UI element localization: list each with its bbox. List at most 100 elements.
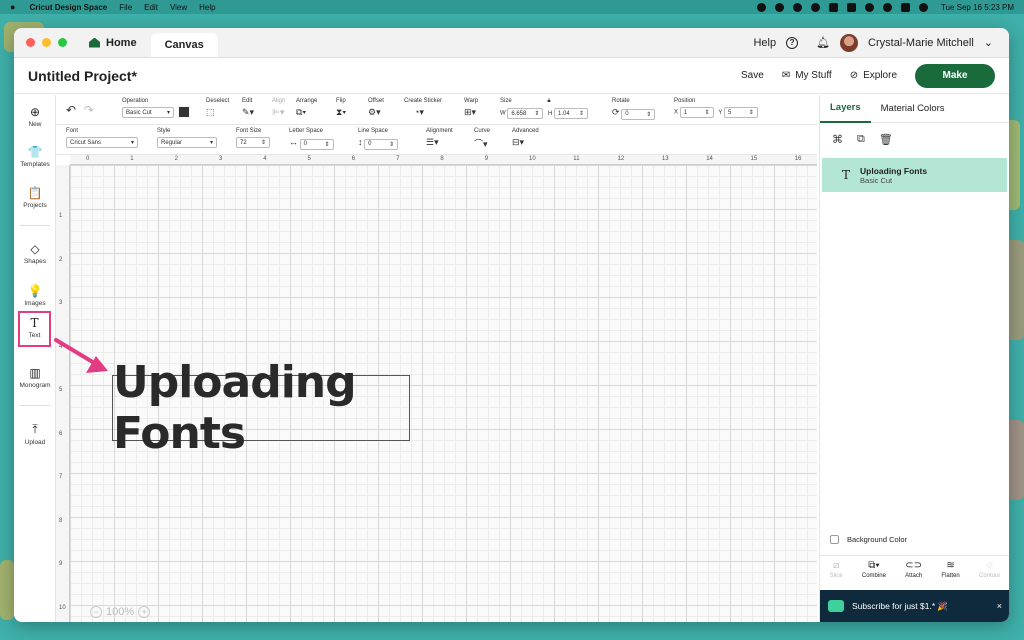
home-icon: [89, 37, 100, 48]
window-titlebar: Home Canvas Help ? 🔔︎ Crystal-Marie Mitc…: [14, 28, 1009, 58]
letter-space-input[interactable]: 0 ⇕: [299, 138, 334, 150]
tab-material-colors[interactable]: Material Colors: [871, 95, 955, 123]
wifi-icon[interactable]: [864, 2, 874, 12]
maximize-window-button[interactable]: [58, 38, 67, 47]
redo-icon[interactable]: ↷: [84, 103, 94, 117]
sidebar-item-projects[interactable]: 📋 Projects: [14, 186, 56, 209]
text-align-icon[interactable]: ☰▾: [426, 137, 439, 147]
zoom-in-button[interactable]: +: [138, 606, 151, 618]
ruler-tick: 8: [59, 517, 63, 524]
design-canvas[interactable]: Uploading Fonts − 100% +: [70, 165, 817, 622]
make-button[interactable]: Make: [915, 63, 995, 88]
help-icon[interactable]: ?: [786, 36, 799, 49]
sidebar-item-images[interactable]: 💡 Images: [14, 284, 56, 307]
size-w-input[interactable]: 6.658 ⇕: [507, 108, 544, 119]
pos-y-input[interactable]: 5 ⇕: [723, 107, 758, 118]
operation-select[interactable]: Basic Cut ▾: [122, 107, 174, 119]
flatten-button[interactable]: ≋ Flatten: [941, 560, 959, 579]
size-h-input[interactable]: 1.04 ⇕: [554, 108, 589, 119]
search-icon[interactable]: [882, 2, 892, 12]
help-link[interactable]: Help: [753, 37, 776, 49]
user-status-icon[interactable]: [810, 2, 820, 12]
trash-icon[interactable]: 🗑︎: [879, 133, 893, 146]
explore-button[interactable]: ⊘ Explore: [850, 70, 897, 81]
page-title[interactable]: Untitled Project*: [28, 68, 137, 84]
upload-icon: ⤒: [32, 422, 38, 436]
align-icon[interactable]: ⊫▾: [272, 107, 284, 117]
tab-canvas[interactable]: Canvas: [150, 33, 218, 57]
zoom-out-button[interactable]: −: [90, 606, 102, 618]
slice-button[interactable]: ⧄ Slice: [830, 560, 843, 579]
sidebar-item-monogram[interactable]: ▥ Monogram: [14, 366, 56, 389]
sidebar-item-templates[interactable]: 👕 Templates: [14, 145, 56, 168]
record-status-icon[interactable]: [756, 2, 766, 12]
pencil-icon[interactable]: ✎▾: [242, 107, 254, 117]
warp-icon[interactable]: ⊞▾: [464, 107, 476, 117]
save-button[interactable]: Save: [741, 70, 764, 81]
subscribe-banner[interactable]: Subscribe for just $1.* 🎉 ×: [820, 590, 1009, 622]
curve-icon[interactable]: ⌒▾: [474, 139, 488, 149]
siri-icon[interactable]: [918, 2, 928, 12]
sidebar-item-label: Shapes: [23, 258, 47, 265]
menubar-edit[interactable]: Edit: [144, 3, 158, 12]
chat-status-icon[interactable]: [774, 2, 784, 12]
chevron-down-icon[interactable]: ⌄: [984, 36, 993, 49]
tab-home[interactable]: Home: [89, 37, 137, 49]
undo-icon[interactable]: ↶: [66, 103, 76, 117]
canvas-text-object[interactable]: Uploading Fonts: [112, 357, 410, 459]
menubar-help[interactable]: Help: [199, 3, 215, 12]
close-icon[interactable]: ×: [997, 601, 1002, 611]
menubar-datetime[interactable]: Tue Sep 16 5:23 PM: [941, 3, 1014, 12]
tab-home-label: Home: [106, 36, 137, 49]
advanced-icon[interactable]: ⊟▾: [512, 137, 524, 147]
left-sidebar: ⊕ New 👕 Templates 📋 Projects ◇ Shapes 💡 …: [14, 95, 56, 622]
deselect-icon[interactable]: ⬚: [206, 107, 215, 117]
macos-menubar: ● Cricut Design Space File Edit View Hel…: [0, 0, 1024, 14]
lock-icon[interactable]: 🔒︎: [547, 98, 550, 104]
sidebar-item-label: Images: [24, 300, 46, 307]
rotate-input[interactable]: 0 ⇕: [621, 108, 656, 120]
cloud-status-icon[interactable]: [792, 2, 802, 12]
duplicate-icon[interactable]: ⧉: [857, 133, 865, 146]
align-label: Align: [272, 98, 286, 104]
attach-button[interactable]: ⊂⊃ Attach: [905, 560, 922, 579]
line-space-input[interactable]: 0 ⇕: [364, 138, 399, 150]
sidebar-item-new[interactable]: ⊕ New: [14, 105, 56, 128]
background-color-checkbox[interactable]: [830, 535, 839, 544]
contour-button[interactable]: ◌ Contour: [979, 560, 1000, 579]
tab-layers[interactable]: Layers: [820, 95, 871, 123]
combine-button[interactable]: ⧉▾ Combine: [862, 560, 886, 579]
offset-icon[interactable]: ⚙▾: [368, 107, 381, 117]
bell-icon[interactable]: 🔔︎: [816, 36, 830, 49]
sidebar-item-text[interactable]: T Text: [18, 311, 51, 347]
undo-redo: ↶ ↷: [66, 103, 94, 117]
battery-icon[interactable]: [846, 2, 856, 12]
menubar-view[interactable]: View: [170, 3, 187, 12]
alignment-label: Alignment: [426, 128, 453, 134]
flip-icon[interactable]: ⧗▾: [336, 107, 346, 117]
my-stuff-button[interactable]: ✉ My Stuff: [782, 70, 832, 81]
arrange-icon[interactable]: ⧉▾: [296, 107, 306, 117]
close-window-button[interactable]: [26, 38, 35, 47]
font-size-input[interactable]: 72 ⇕: [236, 137, 270, 148]
pos-x-input[interactable]: 1 ⇕: [679, 107, 714, 118]
font-select[interactable]: Cricut Sans ▾: [66, 137, 138, 148]
control-center-icon[interactable]: [900, 2, 910, 12]
style-select[interactable]: Regular ▾: [157, 137, 217, 148]
menubar-file[interactable]: File: [119, 3, 132, 12]
apple-icon[interactable]: ●: [10, 2, 15, 12]
align-group: Align ⊫▾: [272, 98, 285, 118]
volume-icon[interactable]: [828, 2, 838, 12]
menubar-app-name[interactable]: Cricut Design Space: [29, 3, 107, 12]
minimize-window-button[interactable]: [42, 38, 51, 47]
sidebar-item-shapes[interactable]: ◇ Shapes: [14, 242, 56, 265]
layer-item[interactable]: T Uploading Fonts Basic Cut: [822, 158, 1007, 192]
user-name[interactable]: Crystal-Marie Mitchell: [868, 37, 974, 49]
color-swatch[interactable]: [178, 107, 189, 117]
background-color-toggle[interactable]: Background Color: [830, 535, 907, 544]
mail-icon: ✉: [781, 70, 791, 81]
group-icon[interactable]: ⌘: [832, 133, 843, 146]
sticker-icon[interactable]: ◔▾: [414, 107, 424, 117]
avatar[interactable]: [840, 33, 859, 52]
sidebar-item-upload[interactable]: ⤒ Upload: [14, 422, 56, 446]
